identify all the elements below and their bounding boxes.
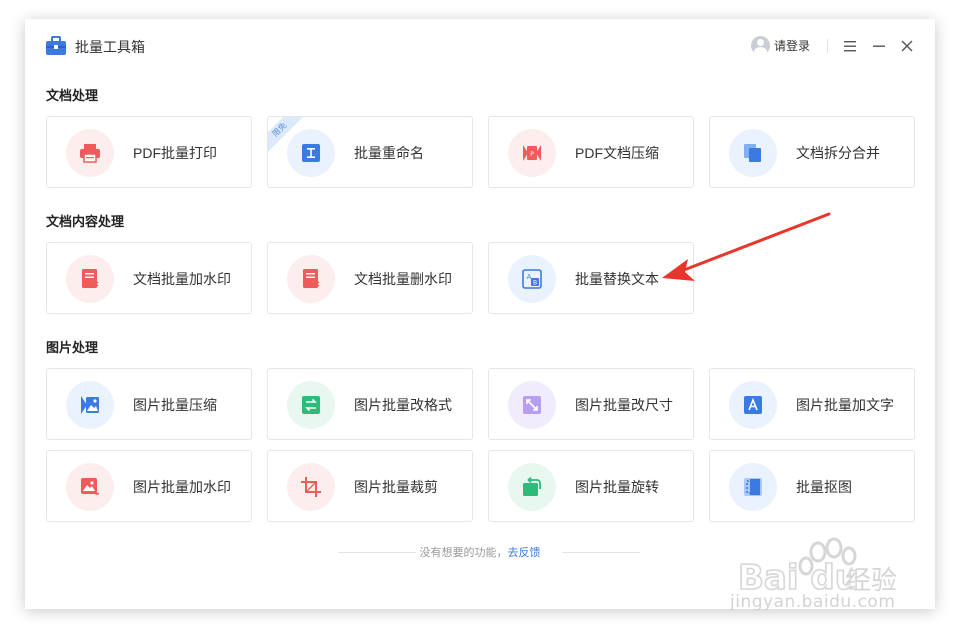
card-img-rotate[interactable]: 图片批量旋转: [488, 450, 694, 522]
card-img-watermark[interactable]: 图片批量加水印: [46, 450, 252, 522]
image-text-icon: [744, 396, 762, 414]
watermark-url: jingyan.baidu.com: [730, 592, 896, 612]
menu-icon[interactable]: [841, 36, 859, 56]
card-label: 批量重命名: [354, 145, 424, 161]
doc-watermark-icon: [82, 269, 99, 288]
card-label: 图片批量裁剪: [354, 479, 438, 495]
login-button[interactable]: 请登录: [751, 36, 810, 55]
card-label: 图片批量旋转: [575, 479, 659, 495]
card-label: 批量抠图: [796, 479, 852, 495]
matting-icon: [744, 478, 762, 496]
footer-text: 没有想要的功能，: [419, 547, 508, 559]
compress-icon: P: [523, 145, 541, 161]
card-doc-remove-watermark[interactable]: 文档批量删水印: [267, 242, 473, 314]
card-batch-rename[interactable]: 限免 批量重命名: [267, 116, 473, 188]
login-label: 请登录: [774, 39, 811, 53]
app-window: 批量工具箱 请登录 文档处理 PDF批量打印 限免 批量重命名 P PDF文档压…: [25, 19, 935, 609]
card-label: 文档批量删水印: [354, 271, 452, 287]
card-label: 图片批量改尺寸: [575, 397, 673, 413]
card-split-merge[interactable]: 文档拆分合并: [709, 116, 915, 188]
svg-text:A: A: [527, 273, 532, 281]
card-img-resize[interactable]: 图片批量改尺寸: [488, 368, 694, 440]
title-separator: [827, 39, 828, 53]
rotate-icon: [523, 476, 541, 496]
image-resize-icon: [523, 396, 541, 414]
card-img-text[interactable]: 图片批量加文字: [709, 368, 915, 440]
card-img-crop[interactable]: 图片批量裁剪: [267, 450, 473, 522]
image-watermark-icon: [81, 478, 100, 495]
doc-remove-watermark-icon: [303, 269, 320, 288]
card-img-format[interactable]: 图片批量改格式: [267, 368, 473, 440]
title-bar: 批量工具箱 请登录: [25, 19, 935, 73]
printer-icon: [80, 144, 100, 163]
app-title: 批量工具箱: [75, 39, 145, 55]
feedback-footer: 没有想要的功能，去反馈: [25, 544, 935, 560]
card-label: 批量替换文本: [575, 271, 659, 287]
image-format-icon: [302, 396, 320, 414]
card-pdf-compress[interactable]: P PDF文档压缩: [488, 116, 694, 188]
card-doc-add-watermark[interactable]: 文档批量加水印: [46, 242, 252, 314]
card-label: 文档批量加水印: [133, 271, 231, 287]
card-pdf-print[interactable]: PDF批量打印: [46, 116, 252, 188]
toolbox-icon: [46, 36, 66, 55]
split-merge-icon: [744, 144, 761, 162]
card-label: 文档拆分合并: [796, 145, 880, 161]
card-label: 图片批量加水印: [133, 479, 231, 495]
replace-text-icon: A B: [522, 269, 542, 289]
feedback-link[interactable]: 去反馈: [508, 547, 541, 559]
svg-text:B: B: [533, 280, 537, 287]
card-label: 图片批量改格式: [354, 397, 452, 413]
card-label: 图片批量压缩: [133, 397, 217, 413]
card-label: 图片批量加文字: [796, 397, 894, 413]
svg-text:P: P: [530, 151, 534, 158]
card-label: PDF批量打印: [133, 145, 217, 161]
close-icon[interactable]: [898, 36, 916, 56]
avatar-icon: [751, 36, 770, 55]
minimize-icon[interactable]: [870, 36, 888, 56]
section-title-doc: 文档处理: [46, 88, 99, 103]
crop-icon: [301, 477, 321, 497]
section-title-content: 文档内容处理: [46, 214, 125, 229]
section-title-image: 图片处理: [46, 340, 99, 355]
image-compress-icon: [81, 396, 99, 414]
card-batch-matting[interactable]: 批量抠图: [709, 450, 915, 522]
rename-icon: [302, 144, 320, 162]
card-img-compress[interactable]: 图片批量压缩: [46, 368, 252, 440]
card-replace-text[interactable]: A B 批量替换文本: [488, 242, 694, 314]
card-label: PDF文档压缩: [575, 145, 659, 161]
